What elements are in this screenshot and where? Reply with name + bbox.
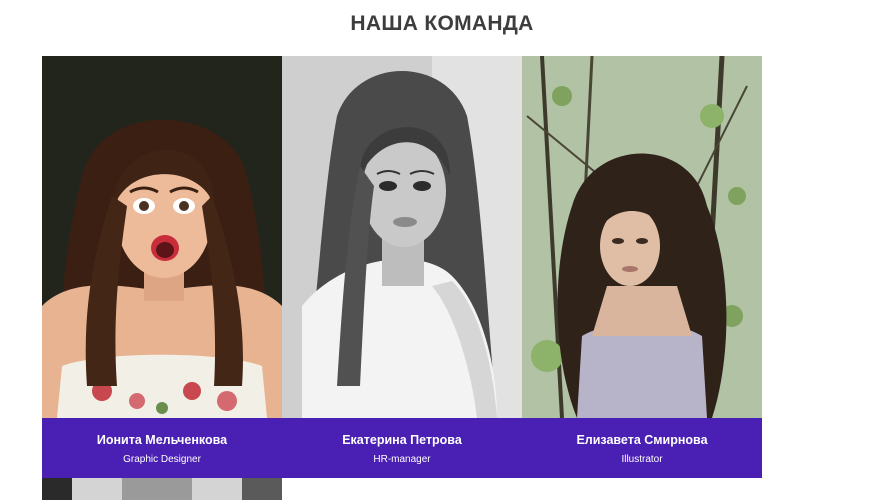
portrait-surprised-woman-image: [42, 56, 282, 418]
member-role: Graphic Designer: [123, 454, 201, 465]
team-member-card[interactable]: Елизавета Смирнова Illustrator: [522, 56, 762, 478]
team-page: НАША КОМАНДА Ионита Мельченкова Graphic …: [0, 0, 891, 500]
member-name: Екатерина Петрова: [342, 433, 462, 447]
member-role: Illustrator: [621, 454, 663, 465]
section-title: НАША КОМАНДА: [350, 12, 534, 35]
team-member-card[interactable]: Екатерина Петрова HR-manager: [282, 56, 522, 478]
portrait-woman-in-forest-image: [522, 56, 762, 418]
team-grid: Ионита Мельченкова Graphic Designer Екат…: [42, 56, 762, 478]
member-caption: Екатерина Петрова HR-manager: [282, 418, 522, 478]
partial-portrait-image: [42, 478, 282, 500]
member-photo: [282, 56, 522, 418]
member-role: HR-manager: [373, 454, 431, 465]
member-caption: Елизавета Смирнова Illustrator: [522, 418, 762, 478]
member-photo: [522, 56, 762, 418]
member-photo: [42, 56, 282, 418]
next-row-photo: [42, 478, 282, 500]
member-name: Елизавета Смирнова: [576, 433, 708, 447]
portrait-bw-woman-image: [282, 56, 522, 418]
team-member-card[interactable]: Ионита Мельченкова Graphic Designer: [42, 56, 282, 478]
member-name: Ионита Мельченкова: [96, 433, 228, 447]
member-caption: Ионита Мельченкова Graphic Designer: [42, 418, 282, 478]
